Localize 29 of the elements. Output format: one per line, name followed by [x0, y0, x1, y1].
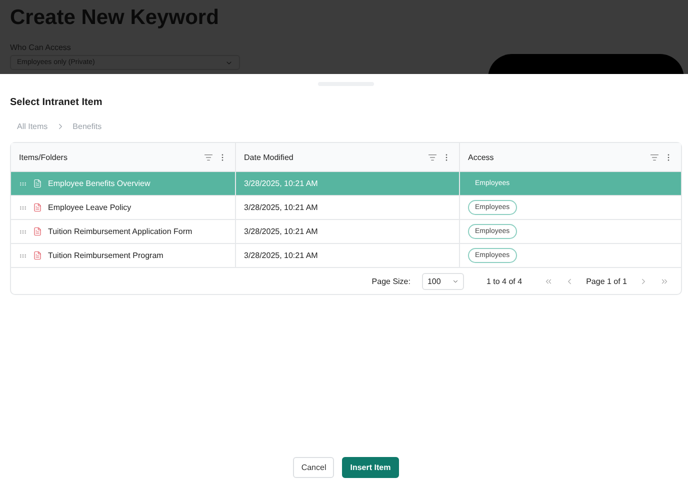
- filter-icon[interactable]: [204, 152, 213, 162]
- grip-icon[interactable]: [19, 180, 27, 188]
- filter-icon[interactable]: [650, 152, 659, 162]
- filter-icon[interactable]: [428, 152, 437, 162]
- grip-icon[interactable]: [19, 252, 27, 260]
- date-cell: 3/28/2025, 10:21 AM: [244, 203, 318, 212]
- page-size-label: Page Size:: [372, 276, 410, 286]
- item-name: Tuition Reimbursement Application Form: [48, 227, 192, 236]
- dialog-title: Select Intranet Item: [10, 97, 104, 108]
- grip-icon[interactable]: [19, 228, 27, 236]
- date-cell: 3/28/2025, 10:21 AM: [244, 251, 318, 260]
- page-indicator: Page 1 of 1: [586, 276, 627, 286]
- row-range: 1 to 4 of 4: [486, 276, 522, 286]
- item-name: Tuition Reimbursement Program: [48, 251, 164, 260]
- item-name: Employee Leave Policy: [48, 203, 132, 212]
- last-page-icon[interactable]: [660, 276, 669, 286]
- item-name: Employee Benefits Overview: [48, 179, 150, 188]
- column-header[interactable]: Items/Folders: [19, 152, 68, 162]
- grip-icon[interactable]: [19, 204, 27, 212]
- caret-down-icon: [452, 278, 460, 284]
- first-page-icon[interactable]: [544, 276, 554, 286]
- page-size-select[interactable]: 100: [422, 272, 464, 290]
- next-page-icon[interactable]: [639, 276, 648, 286]
- date-cell: 3/28/2025, 10:21 AM: [244, 227, 318, 236]
- cancel-button[interactable]: Cancel: [293, 457, 334, 478]
- column-header[interactable]: Date Modified: [244, 152, 294, 162]
- date-cell: 3/28/2025, 10:21 AM: [244, 179, 318, 188]
- column-header[interactable]: Access: [468, 152, 494, 162]
- insert-button[interactable]: Insert Item: [342, 457, 399, 478]
